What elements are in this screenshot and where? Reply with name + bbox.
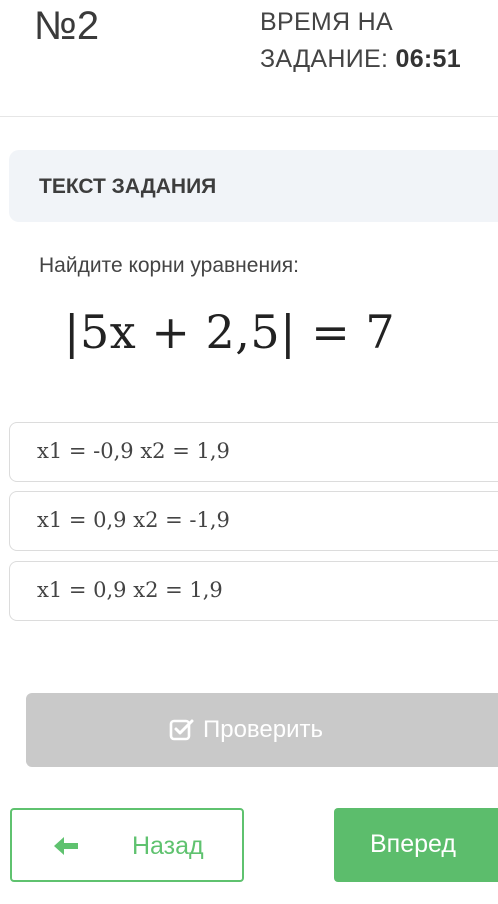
task-header-label: ТЕКСТ ЗАДАНИЯ [39,175,217,198]
answer-option-label: x1 = 0,9 x2 = -1,9 [37,508,230,532]
answer-option-label: x1 = -0,9 x2 = 1,9 [37,439,230,463]
task-number: №2 [34,4,100,48]
check-button-label: Проверить [202,716,324,743]
next-button[interactable]: Вперед [334,808,498,882]
answer-option-1[interactable]: x1 = -0,9 x2 = 1,9 [9,422,498,482]
arrow-left-icon [54,837,78,855]
check-button[interactable]: Проверить [26,693,498,767]
answer-option-3[interactable]: x1 = 0,9 x2 = 1,9 [9,561,498,621]
answer-option-2[interactable]: x1 = 0,9 x2 = -1,9 [9,491,498,551]
back-button-label: Назад [132,832,204,860]
timer-label: ЗАДАНИЕ: [260,45,389,73]
answer-option-label: x1 = 0,9 x2 = 1,9 [37,578,223,602]
check-square-icon [169,719,194,741]
timer-label-line2: ЗАДАНИЕ: 06:51 [260,41,461,78]
equation: |5x + 2,5| = 7 [64,305,396,359]
next-button-label: Вперед [370,830,456,858]
timer: ВРЕМЯ НА ЗАДАНИЕ: 06:51 [260,4,461,78]
timer-value: 06:51 [395,45,461,73]
task-text-header: ТЕКСТ ЗАДАНИЯ [9,150,498,222]
header-divider [0,116,498,117]
back-button[interactable]: Назад [10,808,244,882]
timer-label-line1: ВРЕМЯ НА [260,8,393,36]
question-text: Найдите корни уравнения: [39,254,299,277]
